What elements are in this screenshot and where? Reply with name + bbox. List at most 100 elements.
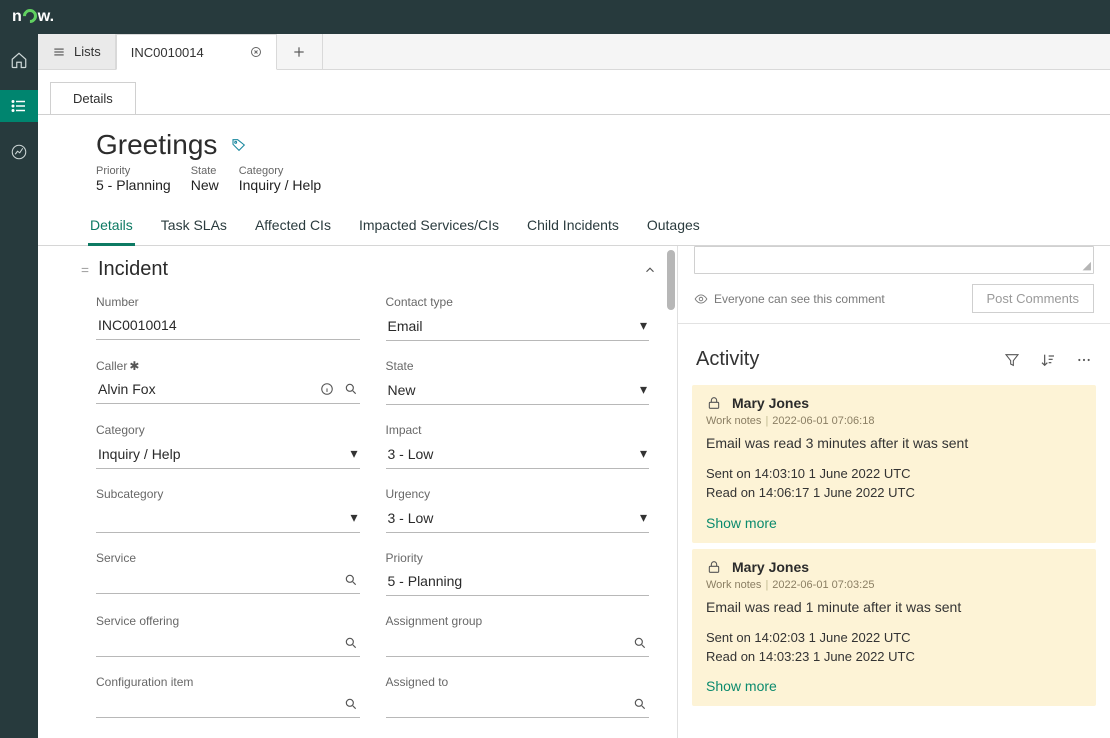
rail-list[interactable] (0, 90, 38, 122)
logo-text-suffix: w. (38, 8, 54, 26)
tab-lists[interactable]: Lists (38, 34, 116, 69)
more-icon[interactable] (1076, 352, 1092, 368)
input-priority[interactable]: 5 - Planning (386, 569, 650, 596)
eye-icon (694, 292, 708, 306)
caret-down-icon: ▾ (640, 445, 647, 462)
note-line: Read on 14:03:23 1 June 2022 UTC (706, 648, 1082, 667)
meta-priority-value: 5 - Planning (96, 177, 171, 193)
post-comments-button[interactable]: Post Comments (972, 284, 1094, 313)
right-pane: ◢ Everyone can see this comment Post Com… (678, 246, 1110, 738)
tab-record[interactable]: INC0010014 (116, 34, 277, 70)
tab-record-label: INC0010014 (131, 45, 204, 60)
field-number: Number INC0010014 (96, 295, 360, 341)
label-state: State (386, 359, 650, 373)
tab-new[interactable] (277, 34, 323, 69)
search-icon[interactable] (344, 573, 358, 587)
chart-icon (10, 143, 28, 161)
page-title: Greetings (96, 129, 217, 161)
search-icon[interactable] (344, 636, 358, 650)
subtab-details[interactable]: Details (50, 82, 136, 114)
tag-icon[interactable] (231, 137, 247, 153)
resize-handle-icon[interactable]: ◢ (1083, 259, 1091, 272)
tab-strip: Lists INC0010014 (38, 34, 1110, 70)
search-icon[interactable] (344, 382, 358, 396)
note-author: Mary Jones (732, 395, 809, 411)
rectab-outages[interactable]: Outages (645, 211, 702, 245)
select-urgency[interactable]: 3 - Low▾ (386, 505, 650, 533)
meta-category-label: Category (239, 165, 321, 177)
hamburger-icon (52, 45, 66, 59)
label-priority: Priority (386, 551, 650, 565)
search-icon[interactable] (633, 636, 647, 650)
caret-down-icon: ▾ (640, 317, 647, 334)
x-circle-icon (250, 46, 262, 58)
sort-icon[interactable] (1040, 352, 1056, 368)
caret-down-icon: ▾ (350, 509, 357, 526)
divider (678, 323, 1110, 324)
scrollbar-thumb[interactable] (667, 250, 675, 310)
field-service-offering: Service offering (96, 614, 360, 657)
field-configuration-item: Configuration item (96, 675, 360, 718)
note-kind: Work notes (706, 415, 761, 427)
input-caller[interactable]: Alvin Fox (96, 377, 360, 404)
field-state: State New▾ (386, 359, 650, 405)
note-timestamp: 2022-06-01 07:06:18 (772, 415, 874, 427)
show-more-link[interactable]: Show more (706, 678, 1082, 694)
select-state[interactable]: New▾ (386, 377, 650, 405)
note-author: Mary Jones (732, 559, 809, 575)
rail-analytics[interactable] (0, 136, 38, 168)
drag-handle-icon[interactable] (80, 263, 90, 277)
label-assignment-group: Assignment group (386, 614, 650, 628)
field-category: Category Inquiry / Help▾ (96, 423, 360, 469)
label-subcategory: Subcategory (96, 487, 360, 501)
search-icon[interactable] (633, 697, 647, 711)
field-urgency: Urgency 3 - Low▾ (386, 487, 650, 533)
show-more-link[interactable]: Show more (706, 515, 1082, 531)
field-caller: Caller✱ Alvin Fox (96, 359, 360, 405)
note-body: Email was read 1 minute after it was sen… (706, 599, 1082, 615)
filter-icon[interactable] (1004, 352, 1020, 368)
input-service[interactable] (96, 569, 360, 594)
label-contact-type: Contact type (386, 295, 650, 309)
rectab-task-slas[interactable]: Task SLAs (159, 211, 229, 245)
lock-icon (706, 559, 722, 575)
label-urgency: Urgency (386, 487, 650, 501)
label-category: Category (96, 423, 360, 437)
meta-category-value: Inquiry / Help (239, 177, 321, 193)
note-line: Read on 14:06:17 1 June 2022 UTC (706, 484, 1082, 503)
topbar: n w. (0, 0, 1110, 34)
activity-heading: Activity (696, 348, 759, 371)
select-subcategory[interactable]: ▾ (96, 505, 360, 533)
logo-text-prefix: n (12, 8, 22, 26)
tab-close-icon[interactable] (250, 46, 262, 58)
input-assignment-group[interactable] (386, 632, 650, 657)
select-impact[interactable]: 3 - Low▾ (386, 441, 650, 469)
left-rail (0, 34, 38, 738)
select-contact-type[interactable]: Email▾ (386, 313, 650, 341)
input-number[interactable]: INC0010014 (96, 313, 360, 340)
work-note: Mary Jones Work notes|2022-06-01 07:03:2… (692, 549, 1096, 707)
rectab-child-incidents[interactable]: Child Incidents (525, 211, 621, 245)
input-configuration-item[interactable] (96, 693, 360, 718)
note-body: Email was read 3 minutes after it was se… (706, 435, 1082, 451)
home-icon (10, 51, 28, 69)
rail-home[interactable] (0, 44, 38, 76)
form-pane: Incident Number INC0010014 Contact type … (38, 246, 678, 738)
note-kind: Work notes (706, 579, 761, 591)
select-category[interactable]: Inquiry / Help▾ (96, 441, 360, 469)
rectab-details[interactable]: Details (88, 211, 135, 246)
work-note: Mary Jones Work notes|2022-06-01 07:06:1… (692, 385, 1096, 543)
label-service: Service (96, 551, 360, 565)
note-line: Sent on 14:02:03 1 June 2022 UTC (706, 629, 1082, 648)
note-timestamp: 2022-06-01 07:03:25 (772, 579, 874, 591)
search-icon[interactable] (344, 697, 358, 711)
rectab-affected-cis[interactable]: Affected CIs (253, 211, 333, 245)
input-service-offering[interactable] (96, 632, 360, 657)
comment-textarea[interactable]: ◢ (694, 246, 1094, 274)
info-icon[interactable] (320, 382, 334, 396)
section-title: Incident (98, 258, 168, 281)
collapse-section-icon[interactable] (643, 263, 657, 277)
input-assigned-to[interactable] (386, 693, 650, 718)
rectab-impacted-services[interactable]: Impacted Services/CIs (357, 211, 501, 245)
meta-state-value: New (191, 177, 219, 193)
